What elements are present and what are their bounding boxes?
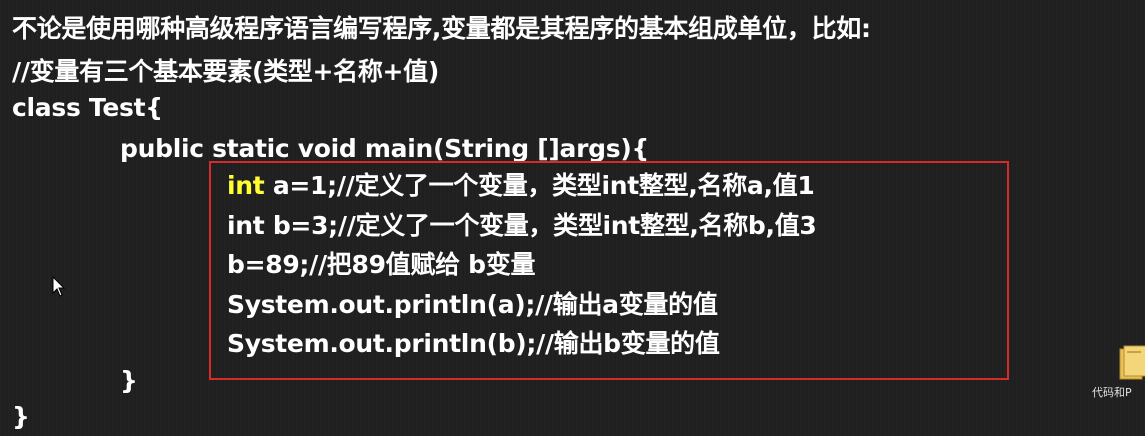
slide: 不论是使用哪种高级程序语言编写程序,变量都是其程序的基本组成单位，比如: //变…	[0, 0, 1145, 436]
main-close-brace: }	[120, 366, 138, 395]
class-declaration: class Test{	[12, 93, 163, 122]
folder-icon[interactable]	[1118, 345, 1145, 381]
code-line-5: System.out.println(b);//输出b变量的值	[227, 329, 720, 358]
mouse-pointer-icon	[52, 276, 66, 297]
code-line-4: System.out.println(a);//输出a变量的值	[227, 290, 718, 319]
code-line-3: b=89;//把89值赋给 b变量	[227, 250, 536, 279]
main-declaration: public static void main(String []args){	[120, 134, 649, 163]
class-close-brace: }	[12, 402, 30, 431]
intro-text: 不论是使用哪种高级程序语言编写程序,变量都是其程序的基本组成单位，比如:	[12, 14, 871, 43]
code-line-1-rest: a=1;//定义了一个变量，类型int整型,名称a,值1	[264, 171, 815, 200]
code-line-1: int a=1;//定义了一个变量，类型int整型,名称a,值1	[227, 171, 815, 201]
folder-label[interactable]: 代码和P	[1092, 384, 1145, 400]
int-keyword: int	[227, 171, 265, 200]
comment-line: //变量有三个基本要素(类型+名称+值)	[12, 57, 440, 86]
code-line-2: int b=3;//定义了一个变量，类型int整型,名称b,值3	[227, 211, 817, 240]
